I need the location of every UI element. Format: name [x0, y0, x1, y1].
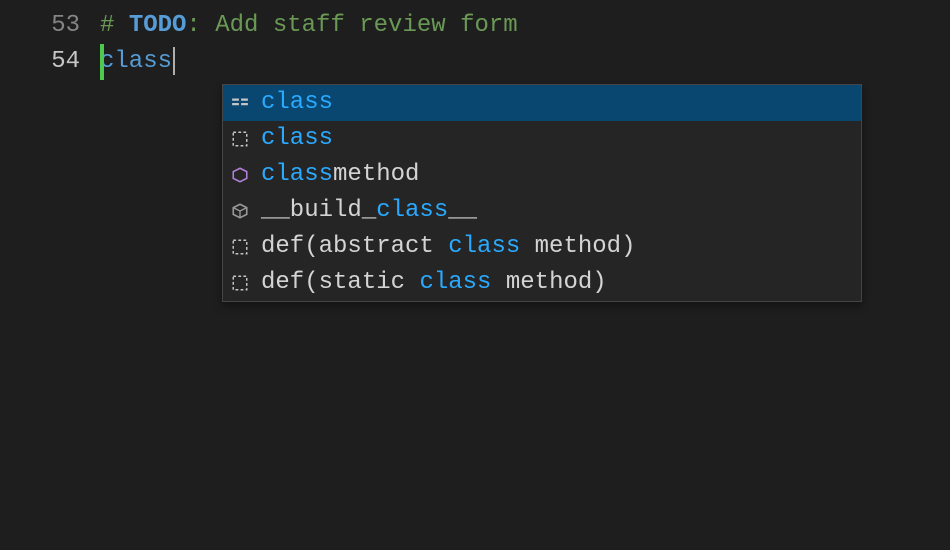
autocomplete-label: classmethod [261, 157, 419, 193]
text-cursor [173, 47, 175, 75]
comment-hash: # [100, 12, 129, 39]
snippet-icon [229, 236, 251, 258]
typed-keyword: class [100, 48, 172, 75]
autocomplete-label: def(static class method) [261, 265, 607, 301]
autocomplete-label: def(abstract class method) [261, 229, 635, 265]
line-number: 53 [0, 8, 80, 44]
line-number-gutter: 53 54 [0, 8, 100, 80]
autocomplete-label: __build_class__ [261, 193, 477, 229]
keyword-icon [229, 92, 251, 114]
autocomplete-item[interactable]: def(abstract class method) [223, 229, 861, 265]
autocomplete-label: class [261, 121, 333, 157]
line-number: 54 [0, 44, 80, 80]
code-editor[interactable]: 53 54 # TODO: Add staff review form clas… [0, 0, 950, 80]
code-line-active[interactable]: class [100, 44, 950, 80]
module-icon [229, 200, 251, 222]
autocomplete-item[interactable]: classmethod [223, 157, 861, 193]
autocomplete-item[interactable]: def(static class method) [223, 265, 861, 301]
method-icon [229, 164, 251, 186]
comment-text: : Add staff review form [186, 12, 517, 39]
autocomplete-item[interactable]: __build_class__ [223, 193, 861, 229]
snippet-icon [229, 128, 251, 150]
comment-todo: TODO [129, 12, 187, 39]
active-line-indicator [100, 44, 104, 80]
code-line[interactable]: # TODO: Add staff review form [100, 8, 950, 44]
snippet-icon [229, 272, 251, 294]
autocomplete-item[interactable]: class [223, 85, 861, 121]
autocomplete-item[interactable]: class [223, 121, 861, 157]
autocomplete-popup[interactable]: classclassclassmethod__build_class__def(… [222, 84, 862, 302]
code-area[interactable]: # TODO: Add staff review form class [100, 8, 950, 80]
autocomplete-label: class [261, 85, 333, 121]
